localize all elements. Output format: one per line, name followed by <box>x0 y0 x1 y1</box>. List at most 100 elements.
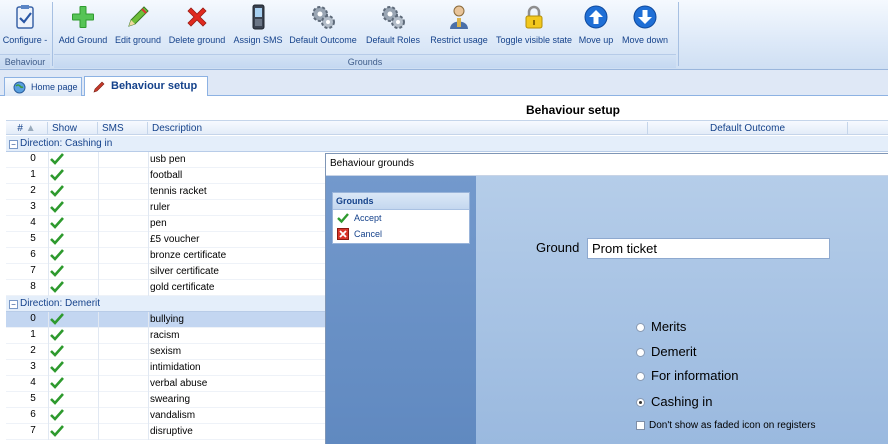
table-row[interactable]: 7 disruptive <box>6 424 326 440</box>
arrow-down-icon <box>633 5 657 29</box>
behaviour-group: Configure - Behaviour <box>0 0 50 70</box>
faded-icon-label: Don't show as faded icon on registers <box>649 420 816 431</box>
grid-header: # ▲ Show SMS Description Default Outcome <box>6 120 888 135</box>
gears-icon <box>382 6 405 29</box>
faded-icon-checkbox[interactable]: Don't show as faded icon on registers <box>636 419 815 433</box>
cell-divider <box>98 200 99 216</box>
cell-divider <box>148 184 149 200</box>
table-row[interactable]: 7 silver certificate <box>6 264 326 280</box>
checkbox-box <box>636 421 645 430</box>
table-row[interactable]: 1 racism <box>6 328 326 344</box>
radio-for-information[interactable]: For information <box>636 368 738 384</box>
table-row[interactable]: 6 vandalism <box>6 408 326 424</box>
radio-merits-label: Merits <box>651 319 687 334</box>
collapse-toggle-icon[interactable]: − <box>9 300 18 309</box>
table-row[interactable]: 2 tennis racket <box>6 184 326 200</box>
cell-divider <box>48 328 49 344</box>
move-down-button[interactable]: Move down <box>620 4 670 50</box>
restrict-usage-button[interactable]: Restrict usage <box>426 4 492 50</box>
configure-button[interactable]: Configure - <box>0 4 50 50</box>
cell-divider <box>48 232 49 248</box>
cell-divider <box>148 200 149 216</box>
ribbon-divider <box>52 2 53 66</box>
row-description: disruptive <box>150 426 193 437</box>
default-outcome-button[interactable]: Default Outcome <box>288 4 358 50</box>
delete-x-icon <box>187 7 207 27</box>
mobile-phone-icon <box>252 4 265 30</box>
cell-divider <box>148 344 149 360</box>
tab-home-page[interactable]: Home page <box>4 77 82 96</box>
table-row[interactable]: 3 ruler <box>6 200 326 216</box>
row-number: 7 <box>30 425 36 436</box>
plus-icon <box>72 6 94 28</box>
toggle-visible-state-button[interactable]: Toggle visible state <box>494 4 574 50</box>
radio-merits[interactable]: Merits <box>636 319 686 335</box>
table-row[interactable]: 6 bronze certificate <box>6 248 326 264</box>
ground-label: Ground <box>536 240 580 255</box>
grounds-panel-title: Grounds <box>333 193 469 210</box>
checkmark-icon <box>50 345 64 357</box>
table-row[interactable]: 2 sexism <box>6 344 326 360</box>
checkmark-icon <box>50 425 64 437</box>
radio-circle <box>636 372 645 381</box>
column-sms[interactable]: SMS <box>98 122 148 135</box>
tab-behaviour-setup[interactable]: Behaviour setup <box>84 76 208 96</box>
delete-ground-button[interactable]: Delete ground <box>166 4 228 50</box>
move-up-button[interactable]: Move up <box>576 4 616 50</box>
table-row[interactable]: 0 bullying <box>6 312 326 328</box>
collapse-toggle-icon[interactable]: − <box>9 140 18 149</box>
cell-divider <box>48 312 49 328</box>
group-label: Direction: Demerit <box>20 298 101 309</box>
column-description[interactable]: Description <box>148 122 648 135</box>
cancel-label: Cancel <box>354 229 383 239</box>
toggle-visible-state-label: Toggle visible state <box>495 35 573 45</box>
checkmark-icon <box>50 361 64 373</box>
ground-input[interactable] <box>587 238 830 259</box>
cell-divider <box>148 264 149 280</box>
radio-demerit-label: Demerit <box>651 344 697 359</box>
cell-divider <box>48 280 49 296</box>
row-description: silver certificate <box>150 266 219 277</box>
cell-divider <box>148 408 149 424</box>
add-ground-button[interactable]: Add Ground <box>56 4 110 50</box>
column-number-label: # <box>17 123 23 134</box>
table-row[interactable]: 3 intimidation <box>6 360 326 376</box>
column-default-outcome[interactable]: Default Outcome <box>648 122 848 135</box>
row-description: football <box>150 170 183 181</box>
table-row[interactable]: 8 gold certificate <box>6 280 326 296</box>
table-row[interactable]: 4 verbal abuse <box>6 376 326 392</box>
table-row[interactable]: 5 swearing <box>6 392 326 408</box>
cell-divider <box>48 152 49 168</box>
tab-home-label: Home page <box>31 82 78 92</box>
ribbon-divider <box>678 2 679 66</box>
restrict-usage-label: Restrict usage <box>430 35 488 45</box>
cell-divider <box>148 360 149 376</box>
group-header[interactable]: − Direction: Cashing in <box>6 136 888 152</box>
radio-demerit[interactable]: Demerit <box>636 344 697 360</box>
cell-divider <box>98 232 99 248</box>
cancel-button[interactable]: Cancel <box>333 226 469 242</box>
cell-divider <box>98 408 99 424</box>
edit-ground-button[interactable]: Edit ground <box>112 4 164 50</box>
accept-button[interactable]: Accept <box>333 210 469 226</box>
radio-cashing-in[interactable]: Cashing in <box>636 394 712 410</box>
table-row[interactable]: 0 usb pen <box>6 152 326 168</box>
row-number: 3 <box>30 361 36 372</box>
table-row[interactable]: 5 £5 voucher <box>6 232 326 248</box>
cell-divider <box>148 392 149 408</box>
default-roles-button[interactable]: Default Roles <box>362 4 424 50</box>
assign-sms-button[interactable]: Assign SMS <box>230 4 286 50</box>
checkmark-icon <box>50 265 64 277</box>
accept-label: Accept <box>354 213 382 223</box>
column-number[interactable]: # ▲ <box>6 122 48 135</box>
cell-divider <box>98 216 99 232</box>
default-outcome-label: Default Outcome <box>289 35 357 45</box>
column-show[interactable]: Show <box>48 122 98 135</box>
cell-divider <box>98 360 99 376</box>
row-number: 6 <box>30 249 36 260</box>
table-row[interactable]: 1 football <box>6 168 326 184</box>
table-row[interactable]: 4 pen <box>6 216 326 232</box>
delete-ground-label: Delete ground <box>168 35 226 45</box>
grounds-group: Add Ground Edit ground Delete ground Ass… <box>54 0 676 70</box>
radio-circle <box>636 348 645 357</box>
